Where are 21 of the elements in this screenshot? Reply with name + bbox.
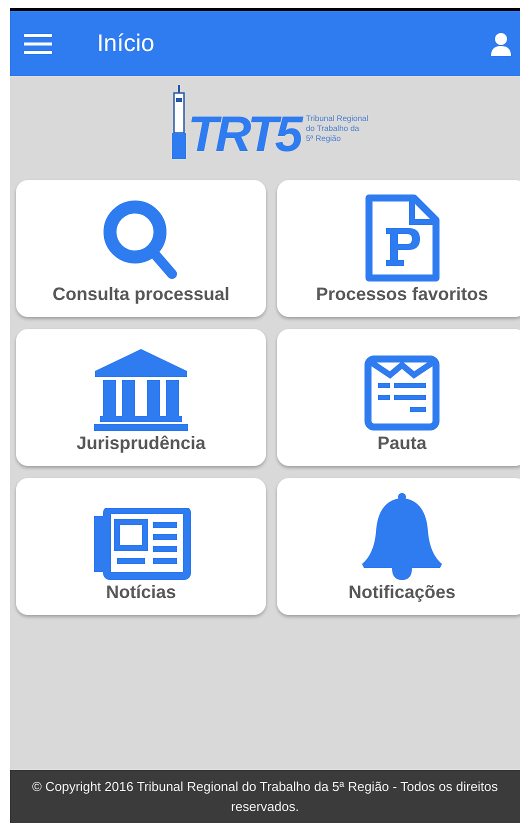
copyright-text: © Copyright 2016 Tribunal Regional do Trabalho da 5ª Região - Todos os direitos reservados. [32,778,498,816]
court-name-line: do Trabalho da [306,124,360,134]
user-icon[interactable] [490,32,512,56]
building-icon [93,349,189,431]
menu-icon[interactable] [24,32,52,54]
menu-tile[interactable]: Notificações [277,478,520,615]
lighthouse-icon [172,85,186,159]
page-title: Início [97,30,156,58]
logo-mark: TRT5 [188,109,300,159]
menu-tile[interactable]: Notícias [16,478,266,615]
list-icon [364,355,440,431]
document-icon [364,194,440,282]
menu-tile[interactable]: Pauta [277,329,520,466]
search-icon [103,200,179,282]
menu-tile[interactable]: Consulta processual [16,180,266,317]
menu-tile[interactable]: Processos favoritos [277,180,520,317]
court-name-line: Tribunal Regional [306,114,368,124]
menu-tile[interactable]: Jurisprudência [16,329,266,466]
bell-icon [360,492,444,580]
court-name-line: 5ª Região [306,134,342,144]
newspaper-icon [91,508,191,580]
